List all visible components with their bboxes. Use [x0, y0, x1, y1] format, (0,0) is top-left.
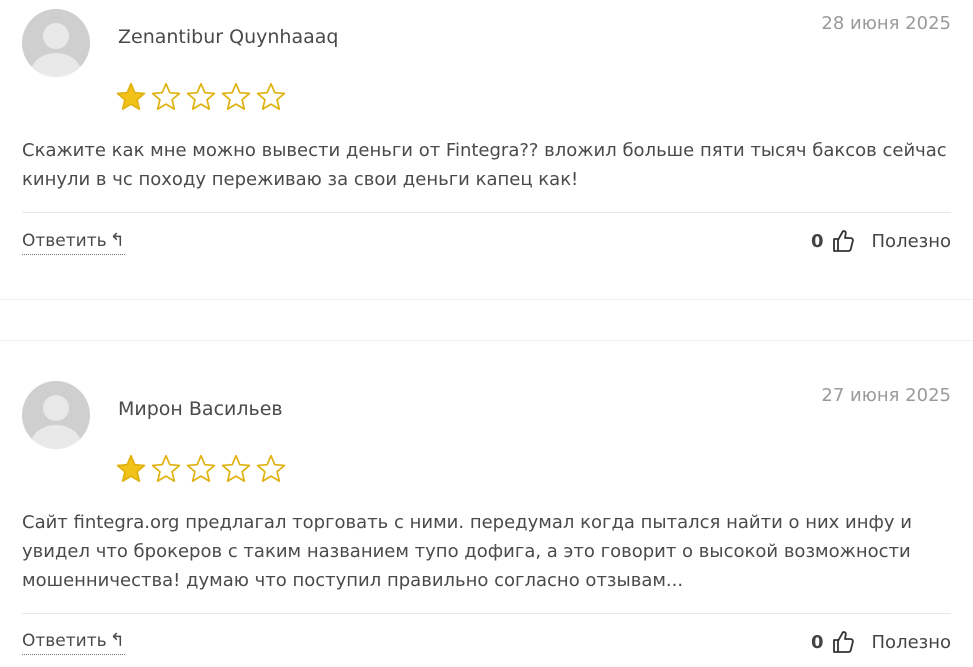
star-empty-icon	[151, 454, 181, 482]
star-empty-icon	[221, 82, 251, 110]
default-user-avatar-icon	[22, 9, 90, 77]
avatar	[22, 381, 90, 449]
star-empty-icon	[186, 82, 216, 110]
review-author: Мирон Васильев	[118, 398, 283, 420]
reply-arrow-icon: ↰	[109, 630, 125, 651]
thumbs-up-icon[interactable]	[832, 630, 854, 654]
helpful-count: 0	[810, 230, 824, 252]
avatar	[22, 9, 90, 77]
reply-button[interactable]: Ответить ↰	[22, 231, 125, 255]
star-empty-icon	[186, 454, 216, 482]
review-text: Скажите как мне можно вывести деньги от …	[22, 140, 947, 190]
star-empty-icon	[221, 454, 251, 482]
reply-arrow-icon: ↰	[109, 230, 125, 251]
default-user-avatar-icon	[22, 381, 90, 449]
reply-label: Ответить	[22, 231, 107, 251]
star-empty-icon	[151, 82, 181, 110]
helpful-button[interactable]: Полезно	[872, 632, 951, 653]
divider	[22, 212, 951, 213]
star-filled-icon	[116, 454, 146, 482]
review-date: 28 июня 2025	[821, 13, 951, 34]
thumbs-up-icon[interactable]	[832, 229, 854, 253]
divider	[22, 613, 951, 614]
section-separator	[0, 340, 973, 341]
helpful-button[interactable]: Полезно	[872, 231, 951, 252]
star-empty-icon	[256, 454, 286, 482]
star-empty-icon	[256, 82, 286, 110]
helpful-count: 0	[810, 631, 824, 653]
reply-label: Ответить	[22, 631, 107, 651]
star-filled-icon	[116, 82, 146, 110]
review-text: Сайт fintegra.org предлагал торговать с …	[22, 512, 912, 591]
section-separator	[0, 299, 973, 300]
helpful-votes: 0 Полезно	[811, 229, 951, 253]
star-rating	[115, 453, 287, 483]
review-author: Zenantibur Quynhaaaq	[118, 26, 339, 48]
star-rating	[115, 81, 287, 111]
reply-button[interactable]: Ответить ↰	[22, 631, 125, 655]
review-date: 27 июня 2025	[821, 385, 951, 406]
helpful-votes: 0 Полезно	[811, 630, 951, 654]
